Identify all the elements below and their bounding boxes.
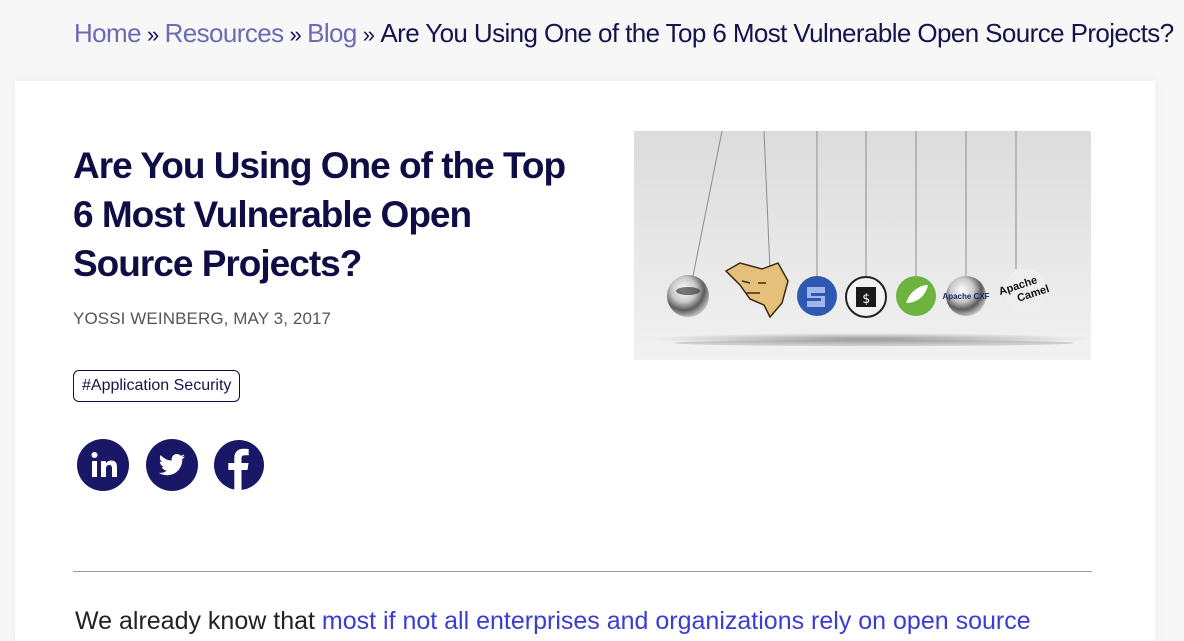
svg-text:$: $ (862, 292, 870, 307)
article-byline: YOSSI WEINBERG, MAY 3, 2017 (73, 309, 332, 328)
terminal-ball: $ (845, 276, 887, 318)
chrome-ball (667, 275, 709, 317)
hero-image: $ Apache CXF Apache Camel (634, 131, 1091, 360)
article-intro: We already know that most if not all ent… (75, 607, 1115, 636)
breadcrumb-current: Are You Using One of the Top 6 Most Vuln… (380, 18, 1174, 48)
breadcrumb: Home» Resources» Blog» Are You Using One of… (74, 18, 1174, 49)
blue-s-ball (797, 276, 837, 316)
article-title: Are You Using One of the Top 6 Most Vuln… (73, 145, 566, 284)
intro-link[interactable]: most if not all enterprises and organiza… (322, 607, 1031, 635)
twitter-icon (146, 439, 198, 491)
breadcrumb-separator: » (146, 22, 159, 47)
newtons-cradle-illustration: $ Apache CXF Apache Camel (649, 131, 1089, 346)
divider (73, 571, 1092, 572)
intro-text: We already know that (75, 607, 322, 635)
spring-ball (896, 276, 936, 316)
facebook-share-button[interactable] (213, 439, 265, 491)
breadcrumb-blog-link[interactable]: Blog (307, 18, 357, 48)
apache-cxf-ball: Apache CXF (942, 276, 990, 316)
tag-application-security[interactable]: #Application Security (73, 370, 241, 402)
tomcat-logo (724, 262, 789, 319)
article-card: Are You Using One of the Top 6 Most Vuln… (15, 81, 1155, 641)
apache-camel-ball: Apache Camel (997, 269, 1051, 313)
breadcrumb-separator: » (289, 22, 302, 47)
apache-cxf-label: Apache CXF (942, 292, 989, 301)
twitter-share-button[interactable] (146, 439, 198, 491)
facebook-icon (214, 440, 264, 491)
breadcrumb-home-link[interactable]: Home (74, 18, 142, 48)
linkedin-share-button[interactable] (77, 439, 129, 491)
breadcrumb-resources-link[interactable]: Resources (165, 18, 284, 48)
breadcrumb-separator: » (362, 22, 375, 47)
linkedin-icon (77, 439, 129, 491)
